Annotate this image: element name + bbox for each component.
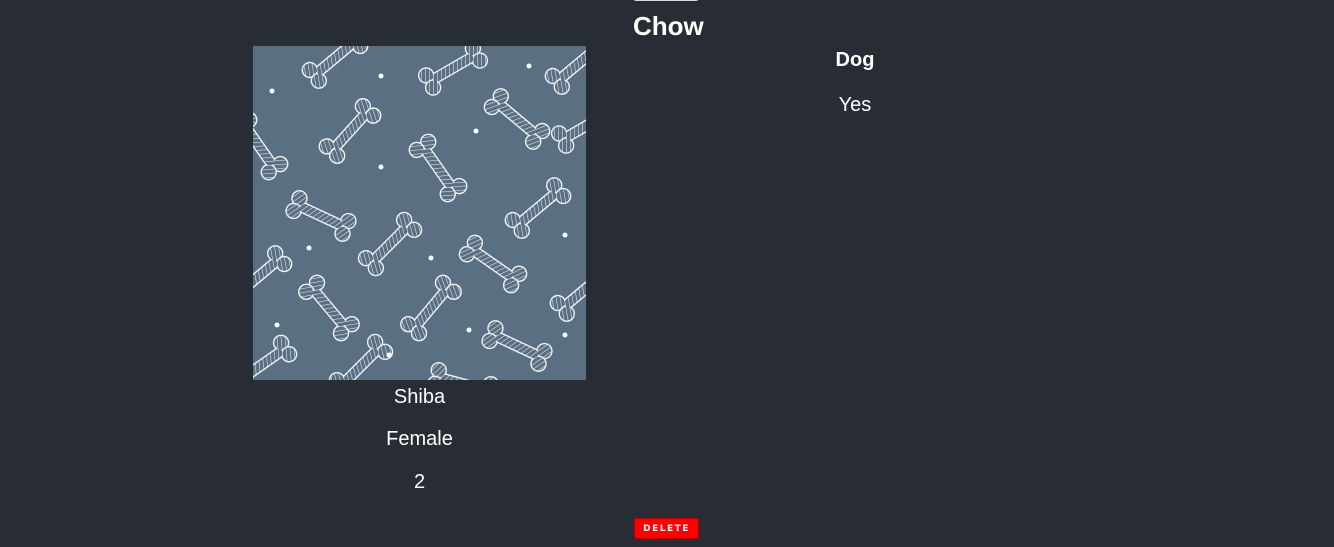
pet-gender: Female bbox=[386, 428, 453, 450]
top-edge-button[interactable] bbox=[633, 0, 699, 1]
pet-photo bbox=[253, 46, 586, 380]
pet-breed: Shiba bbox=[393, 386, 446, 408]
pet-name: Chow bbox=[633, 11, 704, 41]
pet-age: 2 bbox=[413, 471, 426, 493]
pet-detail-page: Chow Dog Yes Shiba Female 2 DELETE bbox=[0, 0, 1334, 547]
pet-status: Yes bbox=[838, 94, 872, 116]
dog-bone-pattern-icon bbox=[253, 46, 586, 380]
delete-button[interactable]: DELETE bbox=[634, 518, 699, 539]
pet-species: Dog bbox=[835, 49, 875, 71]
